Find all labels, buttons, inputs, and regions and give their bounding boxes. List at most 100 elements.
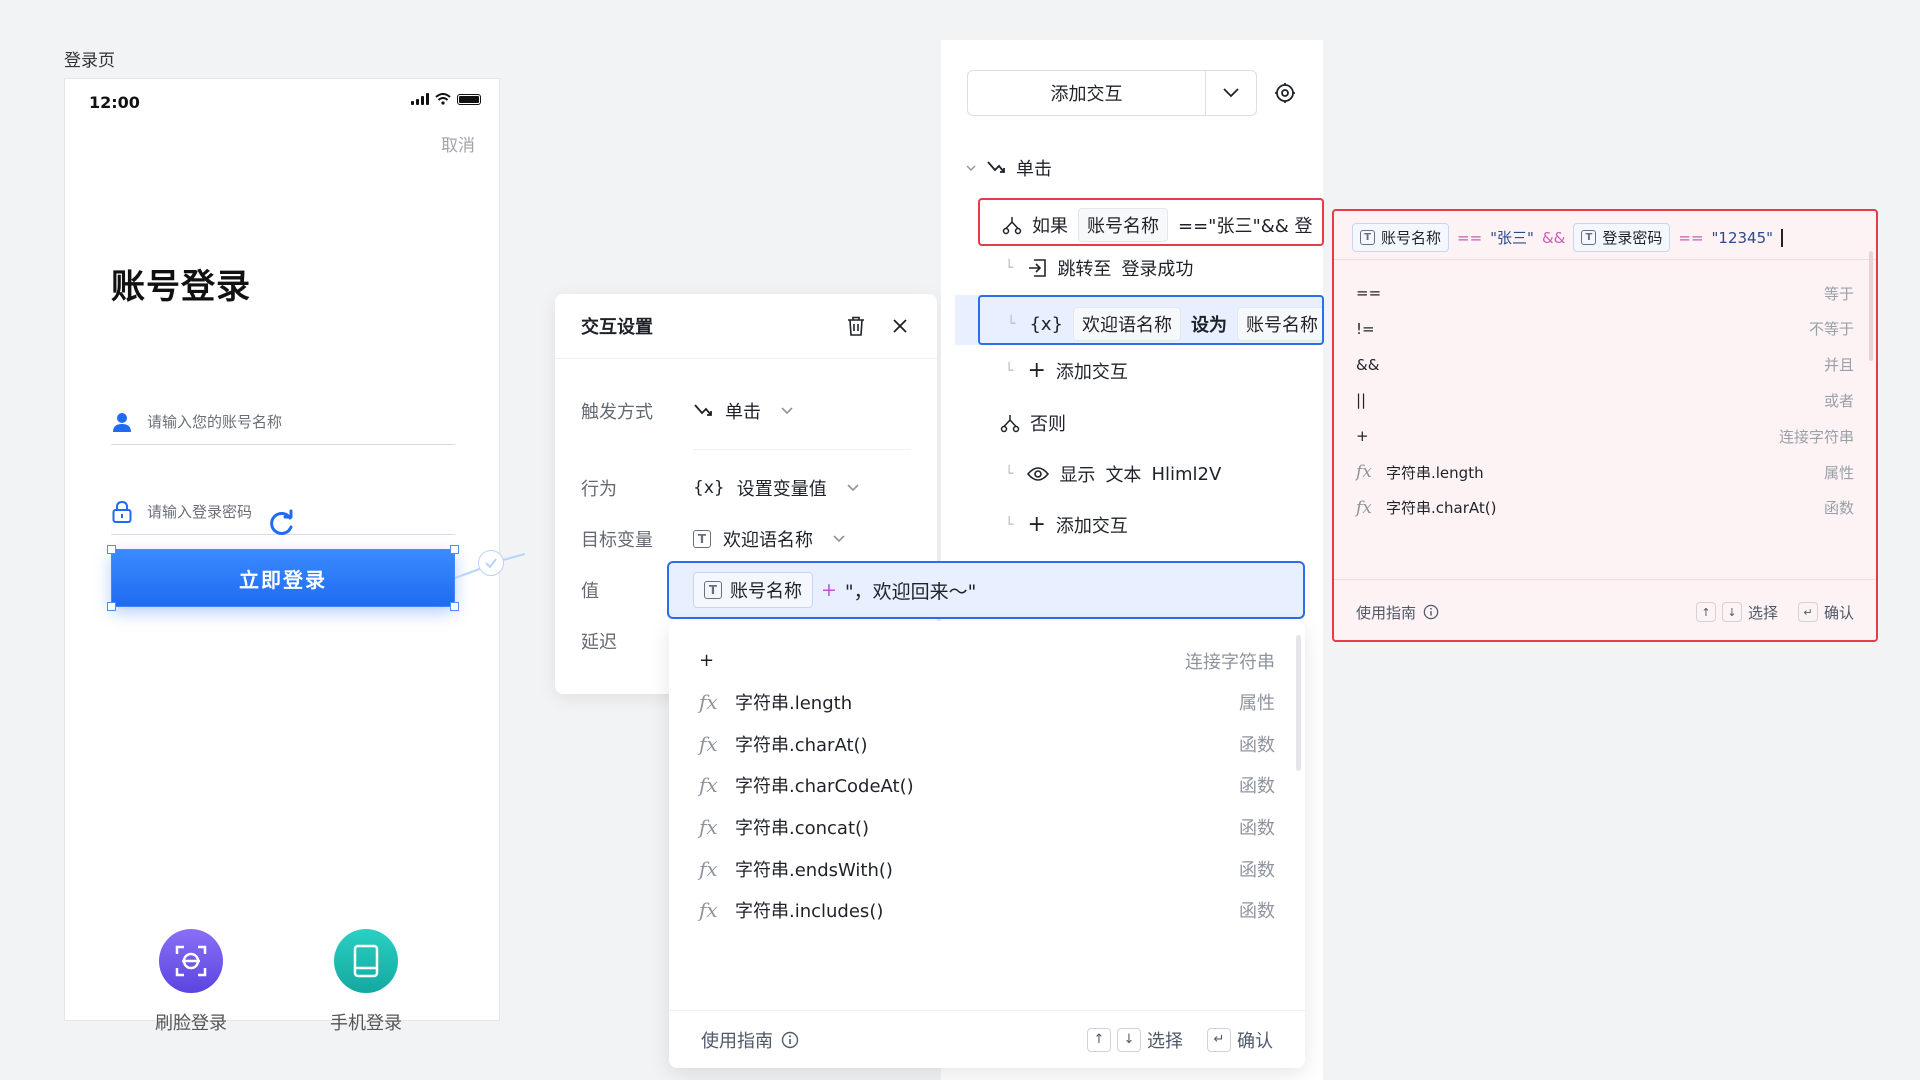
account-field[interactable]: 请输入您的账号名称 [111,399,455,445]
list-item[interactable]: fx 字符串.includes() 函数 [699,885,1275,936]
interaction-link-icon[interactable] [478,550,504,576]
concat-operator: + [821,579,837,601]
login-button[interactable]: 立即登录 [112,550,454,606]
chevron-down-icon [847,484,859,492]
list-item[interactable]: + 连接字符串 [1356,416,1854,456]
value-expression-input[interactable]: T 账号名称 + "，欢迎回来～" [667,561,1305,619]
guide-link[interactable]: 使用指南 [1356,602,1416,623]
equals-operator: == [1457,228,1483,247]
item-name: || [1356,391,1367,410]
chip-label: 账号名称 [1381,229,1442,247]
wifi-icon [435,93,451,105]
tree-elbow: └ [1007,316,1016,332]
if-expression: =="张三"&& 登 [1178,216,1313,237]
add-interaction-node-2[interactable]: └ + 添加交互 [1005,512,1128,538]
if-condition-node[interactable]: 如果 账号名称 =="张三"&& 登 [978,198,1324,246]
text-icon: T [704,581,722,599]
trigger-select[interactable]: 单击 [693,398,793,424]
show-node[interactable]: └ 显示 文本 Hliml2V [1005,461,1221,487]
variable-icon: {x} [1029,313,1063,335]
value-variable-chip[interactable]: T 账号名称 [693,572,813,608]
password-placeholder: 请输入登录密码 [147,503,253,521]
trash-icon[interactable] [845,315,867,337]
list-item[interactable]: fx 字符串.charAt() 函数 [1356,488,1854,528]
item-kind: 函数 [1823,499,1854,518]
chevron-down-icon [833,535,845,543]
chevron-down-icon[interactable] [1206,88,1256,98]
eye-icon [1027,467,1050,481]
list-item[interactable]: fx 字符串.length 属性 [1356,452,1854,492]
scrollbar[interactable] [1869,251,1873,361]
condition-chip-password[interactable]: T 登录密码 [1573,223,1671,252]
item-kind: 函数 [1239,817,1275,839]
and-operator: && [1541,228,1566,247]
refresh-icon[interactable] [268,509,296,537]
click-icon [987,161,1005,173]
info-icon[interactable] [781,1031,799,1049]
list-item[interactable]: == 等于 [1356,273,1854,313]
goto-node[interactable]: └ 跳转至 登录成功 [1005,255,1193,281]
resize-handle[interactable] [450,602,459,611]
trigger-node[interactable]: 单击 [966,155,1052,181]
confirm-hint: 确认 [1823,603,1854,622]
value-suggestion-dropdown: + 连接字符串 fx 字符串.length 属性 fx 字符串.charAt() 函数 fx 字符… [669,621,1305,1068]
face-login[interactable]: 刷脸登录 [131,929,251,1035]
phone-login-label: 手机登录 [330,1013,402,1034]
condition-chip-account[interactable]: T 账号名称 [1352,223,1450,252]
item-kind: 函数 [1239,859,1275,881]
info-icon[interactable] [1423,604,1439,620]
list-item[interactable]: || 或者 [1356,380,1854,420]
settings-title: 交互设置 [581,317,653,338]
resize-handle[interactable] [107,602,116,611]
action-select[interactable]: {x} 设置变量值 [693,475,859,501]
settings-header: 交互设置 [555,294,937,359]
close-icon[interactable] [889,315,911,337]
variable-icon: {x} [693,478,725,498]
list-item[interactable]: && 并且 [1356,345,1854,385]
text-icon: T [1581,230,1597,245]
item-name: + [1356,427,1369,446]
condition-footer: 使用指南 ↑ ↓ 选择 ↵ 确认 [1356,596,1854,628]
branch-icon [1000,415,1020,433]
add-interaction-select[interactable]: 添加交互 [967,70,1257,116]
show-target: Hliml2V [1151,463,1222,485]
item-kind: 并且 [1823,356,1854,375]
phone-frame[interactable]: 12:00 取消 账号登录 请输入您的账号名称 请输入登录密码 立即登录 刷脸登… [64,78,500,1034]
set-variable-node[interactable]: └ {x} 欢迎语名称 设为 账号名称 [978,295,1324,345]
scrollbar[interactable] [1296,635,1301,771]
login-button-selection[interactable]: 立即登录 [107,545,459,611]
target-icon[interactable] [1274,82,1296,104]
enter-icon: ↵ [1797,602,1818,622]
item-name: && [1356,355,1380,374]
divider [1334,579,1876,580]
set-value-chip: 账号名称 [1237,307,1322,341]
phone-login[interactable]: 手机登录 [306,929,426,1035]
phone-icon [334,929,398,993]
function-icon: fx [699,690,718,715]
condition-input[interactable]: T 账号名称 == "张三" && T 登录密码 == "12345" [1352,223,1783,252]
value-variable-name: 账号名称 [730,581,802,602]
arrow-down-icon: ↓ [1721,602,1742,622]
item-kind: 不等于 [1808,320,1854,339]
item-kind: 函数 [1239,734,1275,756]
signal-icon [411,93,429,105]
function-icon: fx [699,898,718,923]
user-icon [113,412,131,432]
list-item[interactable]: != 不等于 [1356,309,1854,349]
string-literal: "12345" [1711,228,1774,247]
string-literal: "，欢迎回来～" [844,580,977,603]
action-value: 设置变量值 [736,479,827,500]
trigger-value: 单击 [725,402,761,423]
else-node[interactable]: 否则 [1000,410,1066,436]
resize-handle[interactable] [107,545,116,554]
add-interaction-node[interactable]: └ + 添加交互 [1005,358,1128,384]
cancel-link[interactable]: 取消 [441,131,475,156]
divider [693,449,911,450]
item-kind: 或者 [1823,391,1854,410]
target-select[interactable]: T 欢迎语名称 [693,526,845,552]
trigger-node-label: 单击 [1016,159,1052,180]
select-hint: 选择 [1147,1030,1183,1052]
item-name: 字符串.endsWith() [735,859,893,881]
enter-icon: ↵ [1207,1027,1231,1052]
guide-link[interactable]: 使用指南 [701,1027,773,1053]
